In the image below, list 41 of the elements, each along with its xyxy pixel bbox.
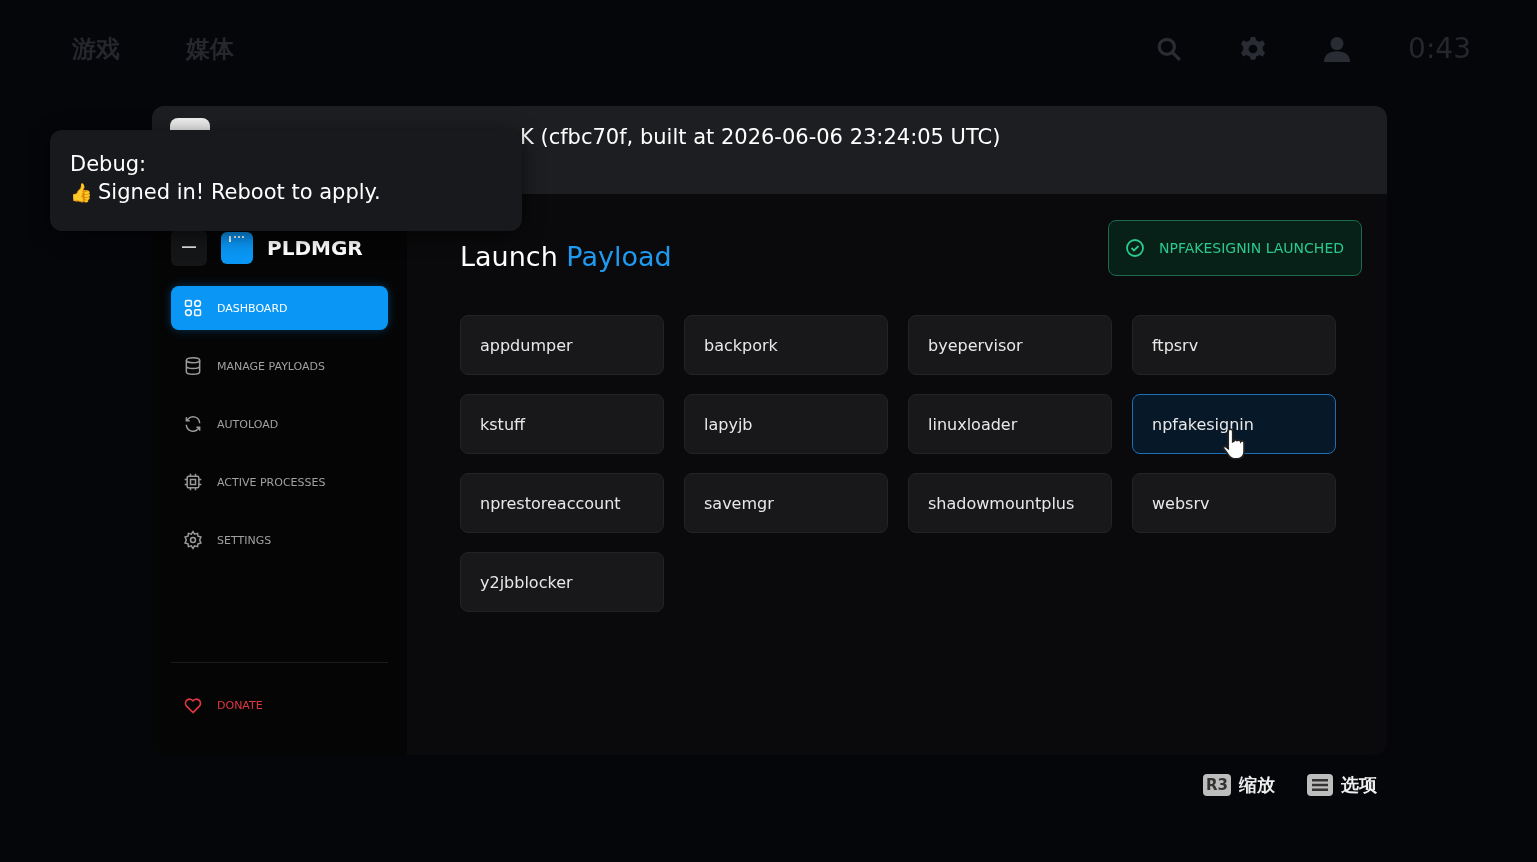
- payload-button[interactable]: appdumper: [460, 315, 664, 375]
- payload-button[interactable]: shadowmountplus: [908, 473, 1112, 533]
- settings-icon[interactable]: [1240, 35, 1267, 62]
- toast-message: Signed in! Reboot to apply.: [98, 180, 381, 204]
- page-title: Launch Payload: [460, 240, 672, 272]
- app-name: PLDMGR: [267, 236, 363, 260]
- payload-button[interactable]: y2jbblocker: [460, 552, 664, 612]
- user-icon[interactable]: [1324, 35, 1351, 62]
- logo-icon: [221, 232, 253, 264]
- search-icon[interactable]: [1156, 35, 1183, 62]
- heart-icon: [183, 695, 203, 715]
- refresh-icon: [183, 414, 203, 434]
- database-icon: [183, 356, 203, 376]
- menu-button[interactable]: [171, 230, 207, 266]
- sidebar-item[interactable]: MANAGE PAYLOADS: [171, 344, 388, 388]
- build-info: K (cfbc70f, built at 2026-06-06 23:24:05 UTC): [520, 125, 1001, 149]
- dash-icon: [182, 246, 196, 250]
- r3-key-icon: R3: [1203, 774, 1231, 796]
- payload-button[interactable]: savemgr: [684, 473, 888, 533]
- payload-button[interactable]: byepervisor: [908, 315, 1112, 375]
- hint-label: 选项: [1341, 773, 1377, 797]
- menu-lines-icon: [1312, 779, 1328, 791]
- payload-button[interactable]: lapyjb: [684, 394, 888, 454]
- grid-icon: [183, 298, 203, 318]
- check-circle-icon: [1125, 238, 1145, 258]
- payload-button[interactable]: backpork: [684, 315, 888, 375]
- thumbs-up-emoji: 👍: [70, 181, 92, 203]
- hint-label: 缩放: [1239, 773, 1275, 797]
- payload-button[interactable]: websrv: [1132, 473, 1336, 533]
- donate-link[interactable]: DONATE: [171, 683, 388, 727]
- payload-button[interactable]: kstuff: [460, 394, 664, 454]
- sidebar-item[interactable]: ACTIVE PROCESSES: [171, 460, 388, 504]
- sidebar-item[interactable]: SETTINGS: [171, 518, 388, 562]
- status-badge: NPFAKESIGNIN LAUNCHED: [1108, 220, 1362, 276]
- settings-icon: [183, 530, 203, 550]
- payload-button[interactable]: ftpsrv: [1132, 315, 1336, 375]
- toast-title: Debug:: [70, 152, 147, 176]
- payload-button[interactable]: nprestoreaccount: [460, 473, 664, 533]
- sidebar-item[interactable]: AUTOLOAD: [171, 402, 388, 446]
- chip-icon: [183, 472, 203, 492]
- payload-button[interactable]: linuxloader: [908, 394, 1112, 454]
